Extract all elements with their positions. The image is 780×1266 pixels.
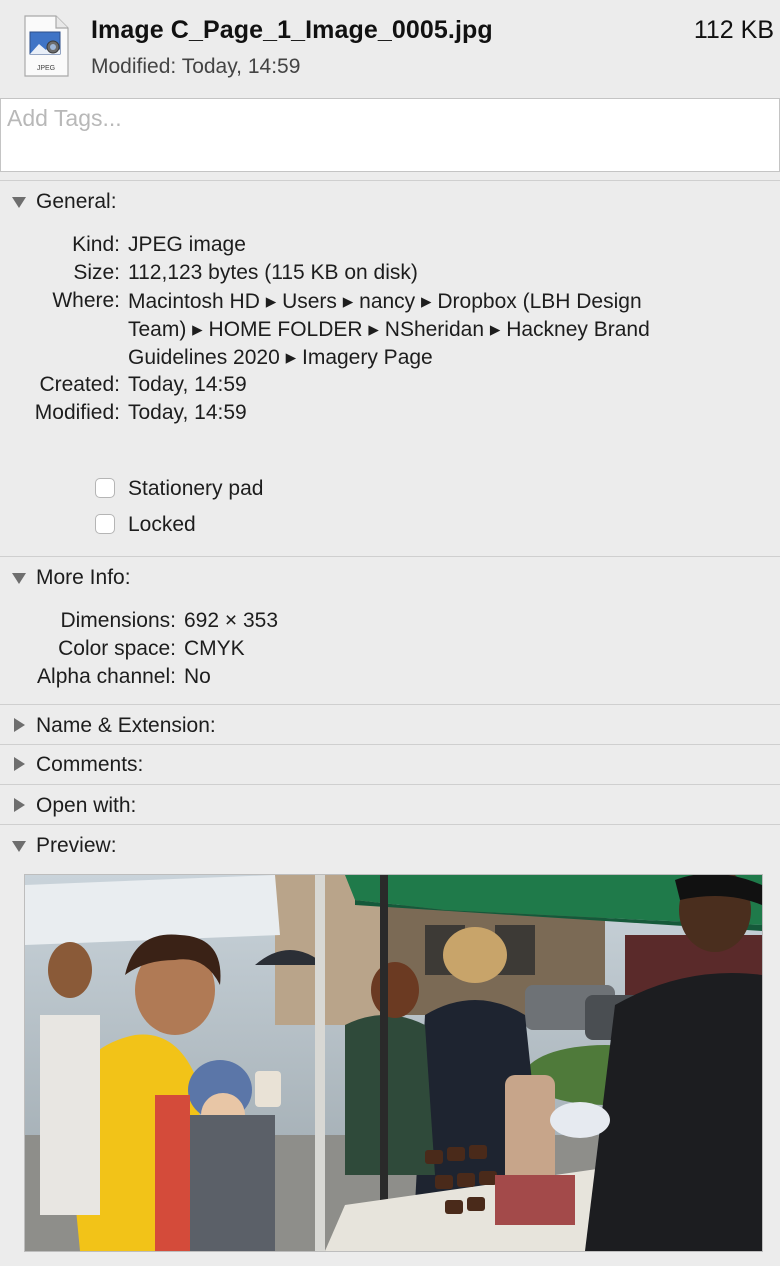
file-modified: Modified: Today, 14:59: [91, 55, 300, 79]
kind-value: JPEG image: [128, 233, 246, 256]
locked-label[interactable]: Locked: [128, 513, 196, 537]
tags-field[interactable]: [0, 98, 780, 172]
separator: [0, 556, 780, 557]
disclosure-expanded-icon: [12, 573, 26, 584]
where-line-1: Macintosh HD ▸ Users ▸ nancy ▸ Dropbox (…: [128, 290, 642, 313]
dimensions-value: 692 × 353: [184, 609, 279, 632]
file-icon-label: JPEG: [37, 65, 55, 72]
separator: [0, 704, 780, 705]
disclosure-collapsed-icon: [14, 718, 25, 732]
stationery-pad-checkbox[interactable]: [95, 478, 115, 498]
preview-image: [24, 874, 763, 1252]
kind-label: Kind:: [72, 233, 120, 256]
section-preview-header[interactable]: Preview:: [0, 834, 780, 870]
separator: [0, 744, 780, 745]
section-more-info-header[interactable]: More Info:: [0, 566, 780, 602]
separator: [0, 824, 780, 825]
where-line-3: Guidelines 2020 ▸ Imagery Page: [128, 346, 433, 369]
alpha-channel-label: Alpha channel:: [37, 665, 176, 688]
section-general-title: General:: [36, 190, 117, 213]
market-photo-illustration: [25, 875, 762, 1251]
disclosure-collapsed-icon: [14, 757, 25, 771]
color-space-label: Color space:: [58, 637, 176, 660]
file-name: Image C_Page_1_Image_0005.jpg: [91, 16, 493, 44]
disclosure-expanded-icon: [12, 197, 26, 208]
add-tags-input[interactable]: [7, 105, 767, 132]
locked-checkbox[interactable]: [95, 514, 115, 534]
file-size: 112 KB: [693, 16, 774, 44]
section-preview-title: Preview:: [36, 834, 117, 857]
size-label: Size:: [73, 261, 120, 284]
file-modified-value: Today, 14:59: [181, 55, 301, 78]
modified-label: Modified:: [34, 401, 120, 424]
stationery-pad-label[interactable]: Stationery pad: [128, 477, 263, 501]
created-value: Today, 14:59: [128, 373, 247, 396]
section-open-with-title: Open with:: [36, 794, 137, 817]
jpeg-file-icon: JPEG: [24, 15, 69, 77]
section-general-header[interactable]: General:: [0, 190, 780, 226]
where-label: Where:: [52, 289, 120, 312]
dimensions-label: Dimensions:: [60, 609, 176, 632]
section-comments-title: Comments:: [36, 753, 144, 776]
modified-value: Today, 14:59: [128, 401, 247, 424]
file-header: JPEG Image C_Page_1_Image_0005.jpg 112 K…: [0, 0, 780, 98]
where-line-2: Team) ▸ HOME FOLDER ▸ NSheridan ▸ Hackne…: [128, 318, 650, 341]
size-value: 112,123 bytes (115 KB on disk): [128, 261, 418, 284]
disclosure-expanded-icon: [12, 841, 26, 852]
file-modified-label: Modified:: [91, 55, 177, 78]
created-label: Created:: [39, 373, 120, 396]
separator: [0, 784, 780, 785]
section-more-info-title: More Info:: [36, 566, 131, 589]
disclosure-collapsed-icon: [14, 798, 25, 812]
section-name-extension-title: Name & Extension:: [36, 714, 216, 737]
color-space-value: CMYK: [184, 637, 245, 660]
separator: [0, 180, 780, 181]
alpha-channel-value: No: [184, 665, 211, 688]
